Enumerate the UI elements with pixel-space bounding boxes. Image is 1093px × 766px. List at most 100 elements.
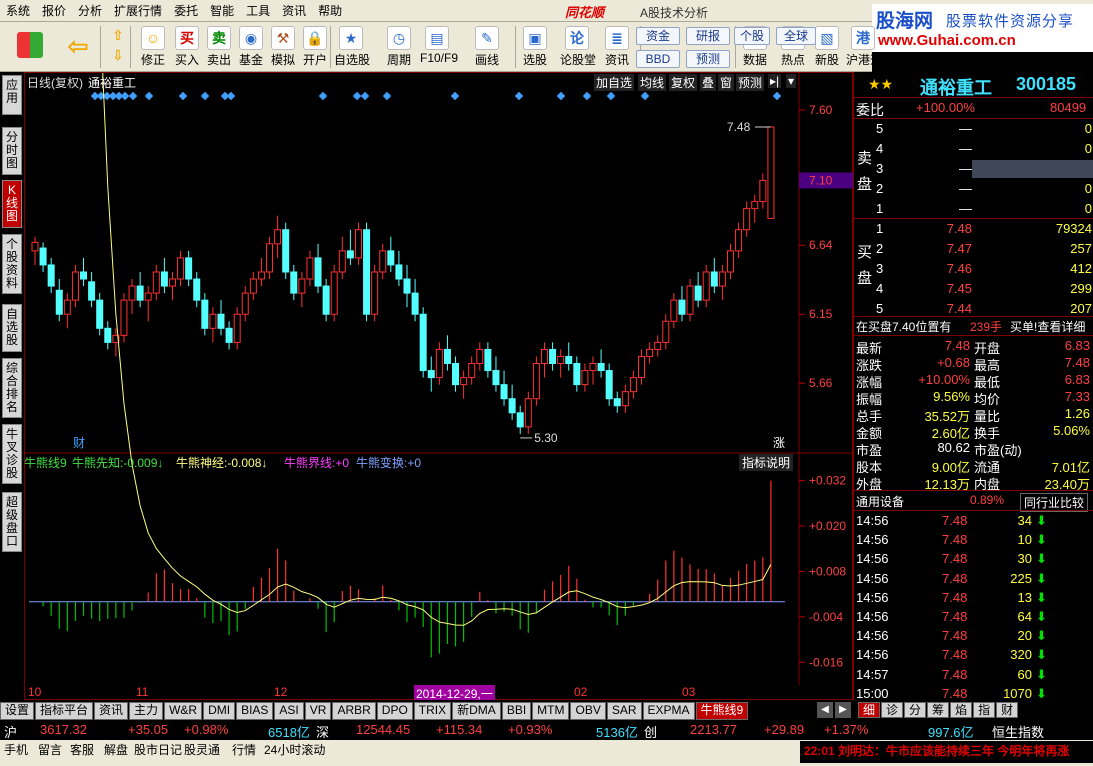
buy-row[interactable]: 1 7.48 79324 xyxy=(854,220,1093,238)
indicator-tab-16[interactable]: SAR xyxy=(606,702,642,720)
news-ticker[interactable]: 22:01 刘明达：牛市应该能持续三年 今明年将再涨 xyxy=(800,741,1093,763)
indicator-tab-15[interactable]: OBV xyxy=(570,702,606,720)
buy-row[interactable]: 2 7.47 257 xyxy=(854,240,1093,258)
toolbar-button-8[interactable]: ▤ F10/F9 xyxy=(420,24,458,70)
left-tab-2[interactable]: K线图 xyxy=(2,180,22,228)
bottom-item-6[interactable]: 行情 xyxy=(232,741,256,758)
quote-tab-3[interactable]: 筹 xyxy=(927,702,950,718)
ma-button[interactable]: 均线 xyxy=(638,74,667,91)
quick-button-1[interactable]: 研报 xyxy=(686,27,730,45)
back-button[interactable]: ⇦ xyxy=(62,24,94,70)
scroll-right-icon[interactable]: ▶ xyxy=(835,702,851,718)
left-tab-4[interactable]: 自选股 xyxy=(2,304,22,352)
indicator-tab-9[interactable]: ARBR xyxy=(332,702,376,720)
quick-button-2[interactable]: BBD xyxy=(636,50,680,68)
kline-chart-svg[interactable]: 7.607.106.646.155.667.107.485.30财涨+0.032… xyxy=(25,73,854,701)
menu-item[interactable]: 报价 xyxy=(36,2,72,19)
quick-button-0[interactable]: 资金 xyxy=(636,27,680,45)
sell-row[interactable]: 5 — 0 xyxy=(854,120,1093,138)
menu-item[interactable]: 系统 xyxy=(0,2,36,19)
indicator-tab-18[interactable]: 牛熊线9 xyxy=(695,702,749,720)
bottom-item-2[interactable]: 客服 xyxy=(70,741,94,758)
menu-item[interactable]: 资讯 xyxy=(276,2,312,19)
menu-item[interactable]: 委托 xyxy=(168,2,204,19)
order-note[interactable]: 在买盘7.40位置有 239手 买单!查看详细 xyxy=(854,317,1093,335)
bottom-item-7[interactable]: 24小时滚动 xyxy=(264,741,325,758)
left-tab-1[interactable]: 分时图 xyxy=(2,127,22,175)
quote-tab-6[interactable]: 财 xyxy=(996,702,1019,718)
indicator-tab-2[interactable]: 资讯 xyxy=(94,702,129,720)
indicator-tab-7[interactable]: ASI xyxy=(274,702,304,720)
left-tab-6[interactable]: 牛叉诊股 xyxy=(2,424,22,484)
indicator-tab-5[interactable]: DMI xyxy=(203,702,236,720)
toolbar-button-1[interactable]: 买买入 xyxy=(170,24,204,70)
toolbar-button-9[interactable]: ✎ 画线 xyxy=(470,24,504,70)
indicator-tab-0[interactable]: 设置 xyxy=(0,702,35,720)
limit-up-marker[interactable]: 涨 xyxy=(773,435,785,450)
note-right[interactable]: 买单!查看详细 xyxy=(1010,318,1085,335)
overlay-button[interactable]: 叠 xyxy=(700,74,717,91)
toolbar-button-4[interactable]: ⚒ 模拟 xyxy=(266,24,300,70)
sell-row[interactable]: 2 — 0 xyxy=(854,180,1093,198)
quote-tab-4[interactable]: 焰 xyxy=(950,702,973,718)
bottom-item-0[interactable]: 手机 xyxy=(4,741,28,758)
menu-item[interactable]: 分析 xyxy=(72,2,108,19)
toolbar-button-11[interactable]: 论论股堂 xyxy=(560,24,596,70)
left-tab-0[interactable]: 应用 xyxy=(2,75,22,115)
indicator-tab-3[interactable]: 主力 xyxy=(129,702,164,720)
bottom-item-1[interactable]: 留言 xyxy=(38,741,62,758)
toolbar-button-5[interactable]: 🔒 开户 xyxy=(298,24,332,70)
quote-tab-0[interactable]: 细 xyxy=(858,702,881,718)
toolbar-button-7[interactable]: ◷ 周期 xyxy=(382,24,416,70)
indicator-tab-17[interactable]: EXPMA xyxy=(642,702,695,720)
toolbar-button-0[interactable]: ☺ 修正 xyxy=(136,24,170,70)
bottom-item-5[interactable]: 股灵通 xyxy=(184,741,220,758)
add-watchlist-button[interactable]: 加自选 xyxy=(594,74,635,91)
window-button[interactable]: 窗 xyxy=(718,74,735,91)
indicator-tab-1[interactable]: 指标平台 xyxy=(35,702,94,720)
star-icon[interactable]: ★★ xyxy=(868,76,893,93)
chart-mode[interactable]: 日线(复权) xyxy=(27,74,83,91)
adjust-button[interactable]: 复权 xyxy=(669,74,698,91)
page-up-button[interactable]: ⇧ ⇩ xyxy=(104,24,132,70)
indicator-tab-11[interactable]: TRIX xyxy=(413,702,452,720)
quote-tab-5[interactable]: 指 xyxy=(973,702,996,718)
layout-icon-button[interactable] xyxy=(14,24,46,70)
indicator-explain-button[interactable]: 指标说明 xyxy=(739,454,794,471)
sell-row[interactable]: 4 — 0 xyxy=(854,140,1093,158)
quick-button-3[interactable]: 预测 xyxy=(686,50,730,68)
toolbar-button-2[interactable]: 卖卖出 xyxy=(202,24,236,70)
menu-item[interactable]: 帮助 xyxy=(312,2,348,19)
quick-button-4[interactable]: 个股 xyxy=(734,27,770,45)
indicator-tab-13[interactable]: BBI xyxy=(501,702,532,720)
indicator-tab-4[interactable]: W&R xyxy=(164,702,203,720)
indicator-tab-10[interactable]: DPO xyxy=(376,702,413,720)
toolbar-button-12[interactable]: ≣ 资讯 xyxy=(600,24,634,70)
finance-marker[interactable]: 财 xyxy=(73,436,85,450)
left-tab-5[interactable]: 综合排名 xyxy=(2,358,22,418)
menu-item[interactable]: 智能 xyxy=(204,2,240,19)
scroll-left-icon[interactable]: ◀ xyxy=(817,702,833,718)
indicator-tab-8[interactable]: VR xyxy=(304,702,332,720)
toolbar-button-16[interactable]: 港沪港通 xyxy=(846,24,882,70)
buy-row[interactable]: 4 7.45 299 xyxy=(854,280,1093,298)
indicator-tab-14[interactable]: MTM xyxy=(532,702,570,720)
menu-item[interactable]: 工具 xyxy=(240,2,276,19)
bottom-item-3[interactable]: 解盘 xyxy=(104,741,128,758)
left-tab-7[interactable]: 超级盘口 xyxy=(2,492,22,552)
toolbar-button-3[interactable]: ◉ 基金 xyxy=(234,24,268,70)
indicator-tab-12[interactable]: 新DMA xyxy=(452,702,501,720)
quote-tab-1[interactable]: 诊 xyxy=(881,702,904,718)
bottom-item-4[interactable]: 股市日记 xyxy=(134,741,182,758)
menu-item[interactable]: 扩展行情 xyxy=(108,2,168,19)
toolbar-button-6[interactable]: ★ 自选股 xyxy=(334,24,370,70)
toolbar-button-10[interactable]: ▣ 选股 xyxy=(518,24,552,70)
buy-row[interactable]: 3 7.46 412 xyxy=(854,260,1093,278)
indicator-tab-6[interactable]: BIAS xyxy=(236,702,274,720)
left-tab-3[interactable]: 个股资料 xyxy=(2,234,22,294)
quote-tab-2[interactable]: 分 xyxy=(904,702,927,718)
quick-button-5[interactable]: 全球 xyxy=(776,27,816,45)
chevron-down-icon[interactable]: ▾ xyxy=(786,74,797,88)
sell-row[interactable]: 1 — 0 xyxy=(854,200,1093,218)
forecast-button[interactable]: 预测 xyxy=(736,74,765,91)
